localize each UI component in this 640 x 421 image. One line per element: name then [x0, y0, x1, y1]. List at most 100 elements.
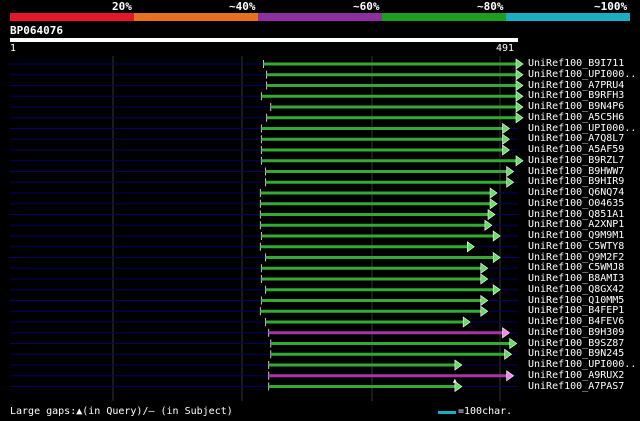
hit-label[interactable]: UniRef100_B4FEP1: [528, 305, 624, 316]
hit-end-arrow-icon: [492, 230, 501, 242]
hit-end-arrow-icon: [506, 370, 515, 382]
hit-label[interactable]: UniRef100_B9RZL7: [528, 155, 624, 166]
hit-label[interactable]: UniRef100_C5WTY8: [528, 241, 624, 252]
alignment-row[interactable]: [10, 144, 518, 156]
hit-end-arrow-icon: [492, 284, 501, 296]
hit-label[interactable]: UniRef100_B9HWW7: [528, 166, 624, 177]
alignment-row[interactable]: [10, 370, 518, 383]
hit-end-arrow-icon: [462, 316, 471, 328]
alignment-row[interactable]: [10, 69, 524, 81]
hit-label[interactable]: UniRef100_C5WMJ8: [528, 262, 624, 273]
alignment-row[interactable]: [10, 273, 518, 285]
alignment-row[interactable]: [10, 208, 518, 221]
hit-label[interactable]: UniRef100_B9N4P6: [528, 101, 624, 112]
hit-label[interactable]: UniRef100_A9RUX2: [528, 370, 624, 381]
alignment-row[interactable]: [10, 79, 524, 92]
hit-label[interactable]: UniRef100_Q6NQ74: [528, 187, 624, 198]
hit-end-arrow-icon: [484, 219, 493, 231]
alignment-row[interactable]: [10, 133, 518, 145]
alignment-row[interactable]: [10, 176, 518, 188]
alignment-row[interactable]: [10, 359, 518, 371]
hit-label[interactable]: UniRef100_B4FEV6: [528, 316, 624, 327]
alignment-row[interactable]: [10, 112, 524, 124]
alignment-row[interactable]: [10, 165, 518, 178]
hit-end-arrow-icon: [502, 133, 510, 145]
hit-label[interactable]: UniRef100_Q851A1: [528, 209, 624, 220]
large-gaps-legend: Large gaps:▲(in Query)/– (in Subject): [10, 406, 233, 417]
alignment-row[interactable]: [10, 155, 524, 167]
alignment-row[interactable]: [10, 294, 518, 307]
alignment-row[interactable]: [10, 90, 524, 102]
hit-end-arrow-icon: [509, 337, 518, 350]
hit-end-arrow-icon: [515, 69, 524, 81]
hit-label[interactable]: UniRef100_A7PAS7: [528, 381, 624, 392]
hit-label[interactable]: UniRef100_Q9M9M1: [528, 230, 624, 241]
alignment-row[interactable]: [10, 380, 518, 393]
alignment-row[interactable]: [10, 230, 518, 242]
hit-label[interactable]: UniRef100_A2XNP1: [528, 219, 624, 230]
alignment-row[interactable]: [10, 262, 518, 274]
hit-end-arrow-icon: [515, 101, 524, 113]
alignment-row[interactable]: [10, 241, 518, 253]
hit-label[interactable]: UniRef100_Q9M2F2: [528, 252, 624, 263]
hit-label[interactable]: UniRef100_UPI000..: [528, 123, 636, 134]
hit-end-arrow-icon: [515, 90, 524, 102]
hit-end-arrow-icon: [515, 58, 524, 70]
hit-end-arrow-icon: [489, 198, 498, 210]
scale-legend-text: =100char.: [458, 406, 513, 417]
hit-label[interactable]: UniRef100_Q10MM5: [528, 295, 624, 306]
alignment-row[interactable]: [10, 327, 518, 339]
scale-segment-60: [258, 13, 382, 21]
hit-end-arrow-icon: [480, 262, 489, 274]
hit-label[interactable]: UniRef100_B9RFH3: [528, 90, 624, 101]
alignment-row[interactable]: [10, 219, 518, 231]
hit-label[interactable]: UniRef100_B9N245: [528, 348, 624, 359]
hit-end-arrow-icon: [502, 122, 510, 135]
hit-end-arrow-icon: [515, 155, 524, 167]
hit-end-arrow-icon: [487, 208, 496, 221]
hit-label[interactable]: UniRef100_Q8GX42: [528, 284, 624, 295]
query-bar: [10, 38, 518, 42]
alignment-row[interactable]: [10, 316, 518, 328]
query-start-label: 1: [10, 43, 17, 54]
alignment-row[interactable]: [10, 284, 518, 296]
hit-label[interactable]: UniRef100_B9HIR9: [528, 176, 624, 187]
alignment-row[interactable]: [10, 58, 524, 70]
hit-label[interactable]: UniRef100_B9SZ87: [528, 338, 624, 349]
hit-end-arrow-icon: [506, 165, 515, 178]
hit-label[interactable]: UniRef100_B9I711: [528, 58, 624, 69]
hit-end-arrow-icon: [504, 348, 513, 360]
alignment-row[interactable]: [10, 305, 518, 317]
scale-segment-80: [382, 13, 506, 21]
hit-label[interactable]: UniRef100_A5C5H6: [528, 112, 624, 123]
hit-label[interactable]: UniRef100_UPI000..: [528, 69, 636, 80]
alignment-row[interactable]: [10, 337, 518, 350]
hit-label[interactable]: UniRef100_UPI000..: [528, 359, 636, 370]
hit-label[interactable]: UniRef100_A7PRU4: [528, 80, 624, 91]
hit-label[interactable]: UniRef100_A7Q8L7: [528, 133, 624, 144]
identity-color-scale: [10, 13, 630, 21]
alignment-row[interactable]: [10, 122, 518, 135]
hit-label[interactable]: UniRef100_O04635: [528, 198, 624, 209]
alignment-row[interactable]: [10, 348, 518, 360]
blast-alignment-view: 20% ~40% ~60% ~80% ~100% BP064076 1 491 …: [0, 0, 640, 421]
scale-label-80: ~80%: [477, 0, 504, 13]
alignment-row[interactable]: [10, 251, 518, 264]
query-end-label: 491: [496, 43, 515, 54]
alignment-row[interactable]: [10, 101, 524, 113]
hit-end-arrow-icon: [489, 187, 498, 199]
query-title: BP064076: [10, 24, 63, 37]
scale-label-100: ~100%: [594, 0, 628, 13]
hit-end-arrow-icon: [454, 359, 463, 371]
hit-label[interactable]: UniRef100_B8AMI3: [528, 273, 624, 284]
scale-legend-swatch: [438, 411, 456, 414]
hit-end-arrow-icon: [480, 294, 489, 307]
hit-label[interactable]: UniRef100_B9H309: [528, 327, 624, 338]
hit-end-arrow-icon: [480, 273, 489, 285]
hit-end-arrow-icon: [515, 112, 524, 124]
alignment-grid: UniRef100_B9I711 UniRef100_UPI000.. UniRef…: [0, 56, 640, 401]
alignment-row[interactable]: [10, 187, 518, 199]
hit-label[interactable]: UniRef100_A5AF59: [528, 144, 624, 155]
alignment-row[interactable]: [10, 198, 518, 210]
scale-label-40: ~40%: [229, 0, 256, 13]
